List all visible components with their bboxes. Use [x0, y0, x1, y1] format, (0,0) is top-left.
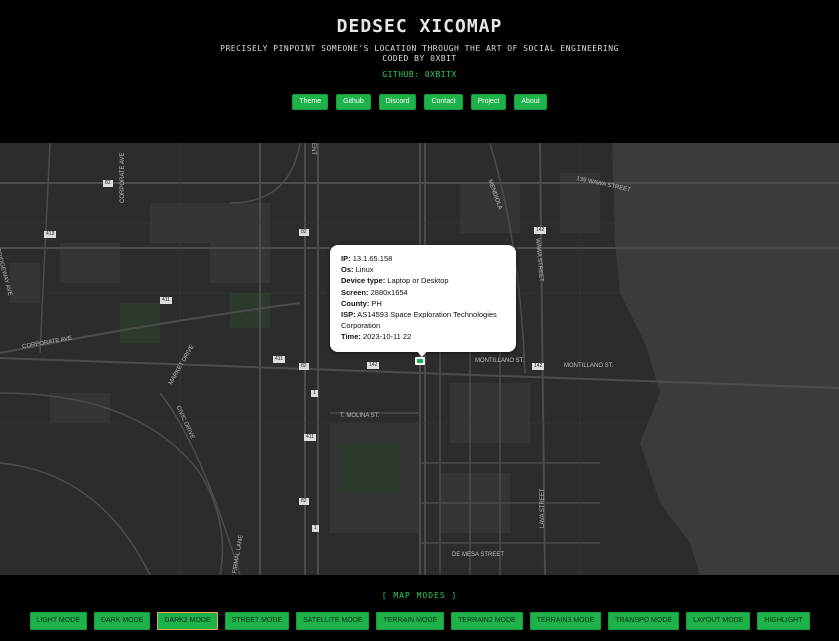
popup-isp-row: ISP: AS14593 Space Exploration Technolog… — [341, 309, 507, 331]
street-label: ENT — [310, 143, 316, 155]
subtitle-tagline: PRECISELY PINPOINT SOMEONE'S LOCATION TH… — [220, 44, 619, 53]
page-title: DEDSEC XICOMAP — [336, 16, 503, 37]
map-modes-bar: LIGHT MODE DARK MODE DARK2 MODE STREET M… — [0, 612, 839, 630]
route-shield: 82 — [103, 180, 113, 187]
street-label: MONTILLANO ST. — [475, 358, 525, 364]
route-shield: 142 — [367, 362, 380, 369]
street-label: DE MESA STREET — [452, 552, 505, 558]
layout-mode-button[interactable]: LAYOUT MODE — [686, 612, 751, 630]
route-shield: 411 — [304, 434, 316, 441]
light-mode-button[interactable]: LIGHT MODE — [29, 612, 87, 630]
nav-bar: Theme Github Discord Contact Project Abo… — [0, 94, 839, 110]
popup-time-label: Time: — [341, 332, 361, 342]
header: DEDSEC XICOMAP PRECISELY PINPOINT SOMEON… — [0, 0, 839, 143]
popup-time-row: Time: 2023-10-11 22 — [341, 331, 507, 342]
github-button[interactable]: Github — [336, 94, 371, 110]
street-label: LAVA STREET — [540, 488, 546, 528]
subtitle-credit: CODED BY 0XBIT — [382, 54, 457, 63]
dark2-mode-button[interactable]: DARK2 MODE — [157, 612, 218, 630]
street-label: T. MOLINA ST. — [340, 413, 380, 419]
theme-button[interactable]: Theme — [292, 94, 329, 110]
terrain3-mode-button[interactable]: TERRAIN3 MODE — [529, 612, 602, 630]
subtitle: PRECISELY PINPOINT SOMEONE'S LOCATION TH… — [0, 44, 839, 64]
discord-button[interactable]: Discord — [378, 94, 417, 110]
terrain2-mode-button[interactable]: TERRAIN2 MODE — [451, 612, 523, 630]
popup-ip-label: IP: — [341, 254, 351, 263]
map-modes-title: [ MAP MODES ] — [381, 591, 458, 600]
popup-time-value: 2023-10-11 22 — [362, 332, 412, 342]
popup-isp-value: AS14593 Space Exploration Technologies C… — [341, 310, 497, 331]
about-button[interactable]: About — [514, 94, 547, 110]
route-shield: 82 — [299, 363, 309, 370]
route-shield: 411 — [160, 297, 172, 304]
popup-county-row: County: PH — [341, 298, 507, 309]
route-shield: 1 — [312, 525, 319, 532]
popup-screen-row: Screen: 2880x1654 — [341, 287, 507, 298]
popup-device-row: Device type: Laptop or Desktop — [341, 275, 507, 286]
street-mode-button[interactable]: STREET MODE — [224, 612, 290, 630]
transpo-mode-button[interactable]: TRANSPO MODE — [608, 612, 680, 630]
github-link[interactable]: GITHUB: 0XBITX — [0, 70, 839, 79]
popup-screen-value: 2880x1654 — [370, 287, 408, 297]
contact-button[interactable]: Contact — [424, 94, 463, 110]
route-shield: 142 — [534, 227, 547, 234]
popup-os-row: Os: Linux — [341, 264, 507, 275]
popup-ip-row: IP: 13.1.65.158 — [341, 253, 507, 264]
terrain-mode-button[interactable]: TERRAIN MODE — [376, 612, 445, 630]
popup-ip-value: 13.1.65.158 — [352, 254, 393, 263]
popup-screen-label: Screen: — [341, 287, 369, 297]
highlight-button[interactable]: HIGHLIGHT — [757, 612, 810, 630]
route-shield: 1 — [311, 390, 318, 397]
popup-os-value: Linux — [355, 265, 374, 275]
project-button[interactable]: Project — [470, 94, 507, 110]
popup-isp-label: ISP: — [341, 310, 356, 320]
popup-tip — [416, 350, 428, 357]
location-popup: IP: 13.1.65.158 Os: Linux Device type: L… — [330, 245, 516, 352]
route-shield: 142 — [532, 363, 545, 370]
street-label: CORPORATE AVE — [120, 152, 126, 203]
route-shield: 82 — [299, 498, 309, 505]
popup-county-label: County: — [341, 298, 370, 308]
satellite-mode-button[interactable]: SATELLITE MODE — [296, 612, 370, 630]
location-marker-icon[interactable] — [415, 357, 425, 365]
popup-device-label: Device type: — [341, 276, 386, 286]
street-label: MONTILLANO ST. — [564, 363, 614, 369]
route-shield: 82 — [299, 229, 309, 236]
popup-device-value: Laptop or Desktop — [387, 276, 449, 286]
popup-county-value: PH — [371, 298, 382, 308]
dark-mode-button[interactable]: DARK MODE — [93, 612, 151, 630]
route-shield: 411 — [273, 356, 285, 363]
route-shield: 413 — [44, 231, 57, 238]
popup-os-label: Os: — [341, 265, 354, 275]
